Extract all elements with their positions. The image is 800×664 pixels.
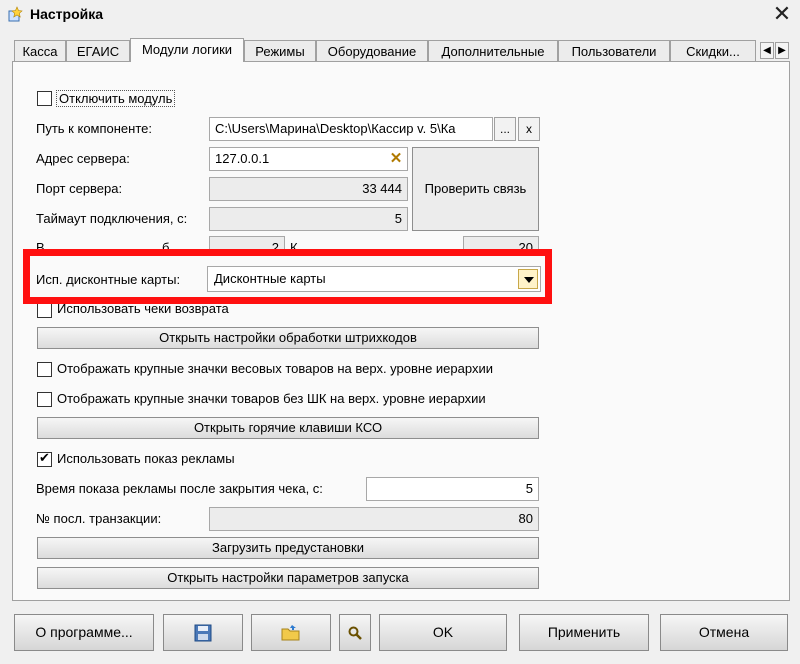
port-input[interactable]: 33 444	[209, 177, 408, 201]
last-tx-label: № посл. транзакции:	[36, 511, 162, 526]
timeout-input[interactable]: 5	[209, 207, 408, 231]
last-tx-input[interactable]: 80	[209, 507, 539, 531]
ads-label: Использовать показ рекламы	[57, 451, 235, 466]
apply-button[interactable]: Применить	[519, 614, 649, 651]
tab-scroll-right-icon[interactable]: ▶	[775, 42, 789, 59]
floppy-disk-icon	[194, 624, 212, 642]
ok-button[interactable]: OK	[379, 614, 507, 651]
ads-time-label: Время показа рекламы после закрытия чека…	[36, 481, 323, 496]
large-nobarcode-icons-label: Отображать крупные значки товаров без ШК…	[57, 391, 486, 406]
clear-server-icon[interactable]: ✕	[387, 150, 405, 168]
tab-scroll-left-icon[interactable]: ◀	[760, 42, 774, 59]
large-nobarcode-icons-checkbox[interactable]	[37, 392, 52, 407]
server-input[interactable]: 127.0.0.1	[209, 147, 408, 171]
tab-logic-modules[interactable]: Модули логики	[130, 38, 244, 62]
path-clear-button[interactable]: x	[518, 117, 540, 141]
cancel-button[interactable]: Отмена	[660, 614, 788, 651]
window-title: Настройка	[30, 6, 104, 22]
folder-open-icon	[281, 625, 300, 641]
open-button[interactable]	[251, 614, 331, 651]
large-weight-icons-label: Отображать крупные значки весовых товаро…	[57, 361, 493, 376]
timeout-label: Таймаут подключения, с:	[36, 211, 188, 226]
disable-module-checkbox[interactable]	[37, 91, 52, 106]
port-label: Порт сервера:	[36, 181, 123, 196]
search-button[interactable]	[339, 614, 371, 651]
tab-discounts[interactable]: Скидки...	[670, 40, 756, 61]
red-highlight-frame	[23, 249, 552, 304]
path-label: Путь к компоненте:	[36, 121, 152, 136]
settings-app-icon	[8, 6, 24, 22]
tab-additional[interactable]: Дополнительные	[428, 40, 558, 61]
path-input[interactable]: C:\Users\Марина\Desktop\Кассир v. 5\Ка	[209, 117, 493, 141]
tab-kassa[interactable]: Касса	[14, 40, 66, 61]
large-weight-icons-checkbox[interactable]	[37, 362, 52, 377]
tab-egais[interactable]: ЕГАИС	[66, 40, 130, 61]
tab-modes[interactable]: Режимы	[244, 40, 316, 61]
magnifier-icon	[348, 626, 362, 640]
barcode-settings-button[interactable]: Открыть настройки обработки штрихкодов	[37, 327, 539, 349]
launch-settings-button[interactable]: Открыть настройки параметров запуска	[37, 567, 539, 589]
save-button[interactable]	[163, 614, 243, 651]
tab-users[interactable]: Пользователи	[558, 40, 670, 61]
title-bar	[0, 0, 800, 30]
hotkeys-button[interactable]: Открыть горячие клавиши КСО	[37, 417, 539, 439]
ads-time-input[interactable]: 5	[366, 477, 539, 501]
return-checks-checkbox[interactable]	[37, 303, 52, 318]
path-browse-button[interactable]: ...	[494, 117, 516, 141]
ads-checkbox[interactable]	[37, 450, 52, 467]
server-label: Адрес сервера:	[36, 151, 130, 166]
check-connection-button[interactable]: Проверить связь	[412, 147, 539, 231]
disable-module-label: Отключить модуль	[56, 90, 176, 107]
close-icon[interactable]: ✕	[770, 2, 794, 26]
load-presets-button[interactable]: Загрузить предустановки	[37, 537, 539, 559]
tab-equipment[interactable]: Оборудование	[316, 40, 428, 61]
about-button[interactable]: О программе...	[14, 614, 154, 651]
